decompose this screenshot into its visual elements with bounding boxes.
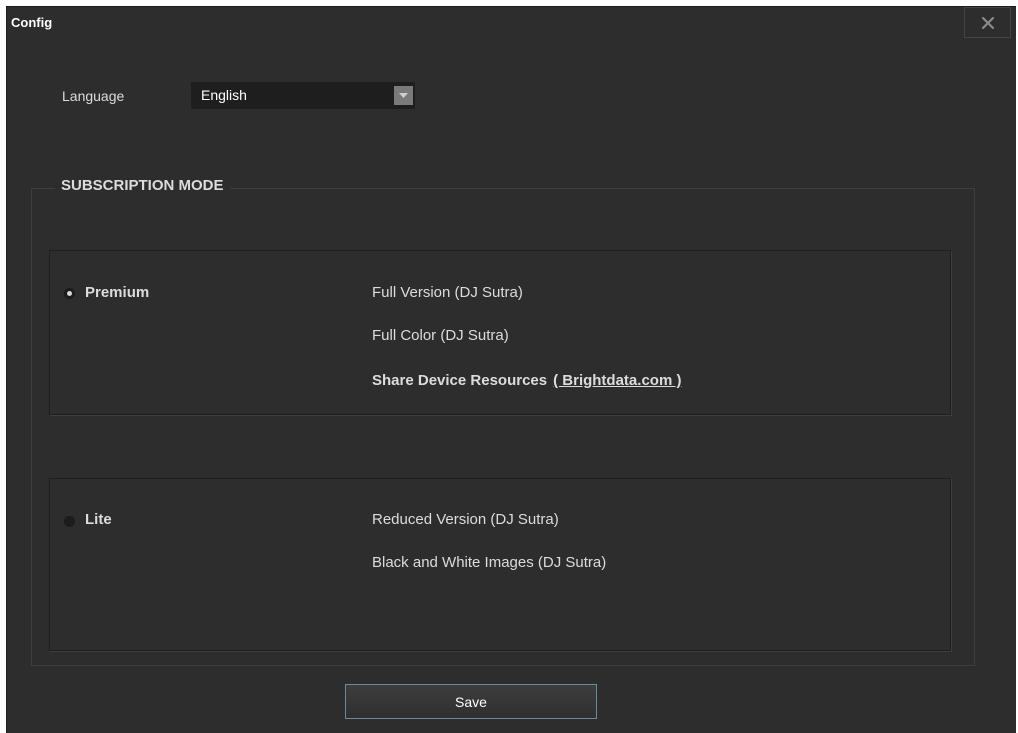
premium-feature-full-version: Full Version (DJ Sutra) <box>372 284 523 301</box>
window-title: Config <box>11 15 53 30</box>
share-device-text: Share Device Resources <box>372 372 548 389</box>
lite-feature-reduced-version: Reduced Version (DJ Sutra) <box>372 511 559 528</box>
lite-radio[interactable] <box>64 516 75 527</box>
premium-feature-share: Share Device Resources ( Brightdata.com ) <box>372 372 681 389</box>
dropdown-arrow-icon[interactable] <box>394 86 413 105</box>
config-window: Config Language English SUBSCRIPTION MOD… <box>6 6 1016 733</box>
language-label: Language <box>62 88 125 104</box>
brightdata-link[interactable]: ( Brightdata.com ) <box>553 372 681 389</box>
save-button[interactable]: Save <box>345 684 597 719</box>
close-icon <box>981 16 994 29</box>
premium-feature-full-color: Full Color (DJ Sutra) <box>372 327 509 344</box>
lite-label[interactable]: Lite <box>85 511 112 528</box>
premium-radio[interactable] <box>64 288 75 299</box>
close-button[interactable] <box>964 7 1011 38</box>
language-select[interactable]: English <box>191 82 415 109</box>
language-selected-value: English <box>201 87 247 103</box>
lite-feature-black-white: Black and White Images (DJ Sutra) <box>372 554 607 571</box>
subscription-mode-legend: SUBSCRIPTION MODE <box>55 177 230 194</box>
premium-label[interactable]: Premium <box>85 284 149 301</box>
